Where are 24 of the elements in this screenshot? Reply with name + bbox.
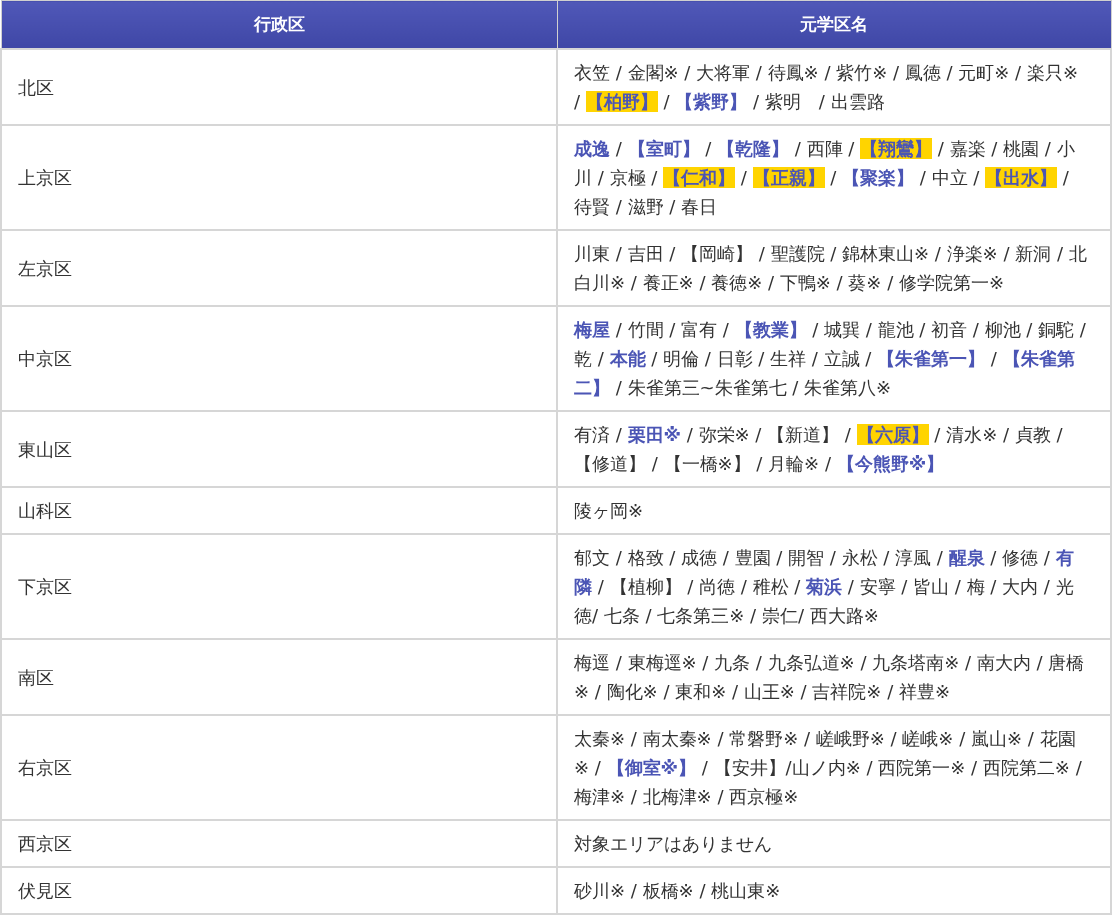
school-district-cell: 砂川※ / 板橋※ / 桃山東※: [557, 867, 1111, 914]
ward-cell: 伏見区: [1, 867, 557, 914]
school-district-cell: 梅屋 / 竹間 / 富有 / 【教業】 / 城巽 / 龍池 / 初音 / 柳池 / 銅駝 / 乾 / 本能 / 明倫 / 日彰 / 生祥 / 立誠 / 【朱雀第一】 / 【朱雀第二】 / 朱雀第三~朱雀第七 / 朱雀第八※: [557, 306, 1111, 411]
ward-cell: 右京区: [1, 715, 557, 820]
ward-cell: 下京区: [1, 534, 557, 639]
ward-cell: 左京区: [1, 230, 557, 306]
ward-cell: 東山区: [1, 411, 557, 487]
school-district-cell: 対象エリアはありません: [557, 820, 1111, 867]
school-district-cell: 郁文 / 格致 / 成徳 / 豊園 / 開智 / 永松 / 淳風 / 醒泉 / 修徳 / 有隣 / 【植柳】 / 尚徳 / 稚松 / 菊浜 / 安寧 / 皆山 / 梅 / 大内 / 光徳/ 七条 / 七条第三※ / 崇仁/ 西大路※: [557, 534, 1111, 639]
school-district-cell: 衣笠 / 金閣※ / 大将軍 / 待鳳※ / 紫竹※ / 鳳徳 / 元町※ / 楽只※ / 【柏野】 / 【紫野】 / 紫明 / 出雲路: [557, 49, 1111, 125]
column-header: 行政区: [1, 0, 557, 49]
school-district-cell: 太秦※ / 南太秦※ / 常磐野※ / 嵯峨野※ / 嵯峨※ / 嵐山※ / 花園※ / 【御室※】 / 【安井】/山ノ内※ / 西院第一※ / 西院第二※ / 梅津※ / 北梅津※ / 西京極※: [557, 715, 1111, 820]
school-district-cell: 成逸 / 【室町】 / 【乾隆】 / 西陣 / 【翔鸞】 / 嘉楽 / 桃園 / 小川 / 京極 / 【仁和】 / 【正親】 / 【聚楽】 / 中立 / 【出水】 / 待賢 / 滋野 / 春日: [557, 125, 1111, 230]
school-district-cell: 川東 / 吉田 / 【岡崎】 / 聖護院 / 錦林東山※ / 浄楽※ / 新洞 / 北白川※ / 養正※ / 養徳※ / 下鴨※ / 葵※ / 修学院第一※: [557, 230, 1111, 306]
ward-cell: 中京区: [1, 306, 557, 411]
school-district-cell: 有済 / 栗田※ / 弥栄※ / 【新道】 / 【六原】 / 清水※ / 貞教 / 【修道】 / 【一橋※】 / 月輪※ / 【今熊野※】: [557, 411, 1111, 487]
school-district-cell: 梅逕 / 東梅逕※ / 九条 / 九条弘道※ / 九条塔南※ / 南大内 / 唐橋※ / 陶化※ / 東和※ / 山王※ / 吉祥院※ / 祥豊※: [557, 639, 1111, 715]
ward-cell: 南区: [1, 639, 557, 715]
ward-cell: 山科区: [1, 487, 557, 534]
ward-cell: 上京区: [1, 125, 557, 230]
ward-cell: 北区: [1, 49, 557, 125]
ward-cell: 西京区: [1, 820, 557, 867]
school-district-cell: 陵ヶ岡※: [557, 487, 1111, 534]
column-header: 元学区名: [557, 0, 1111, 49]
